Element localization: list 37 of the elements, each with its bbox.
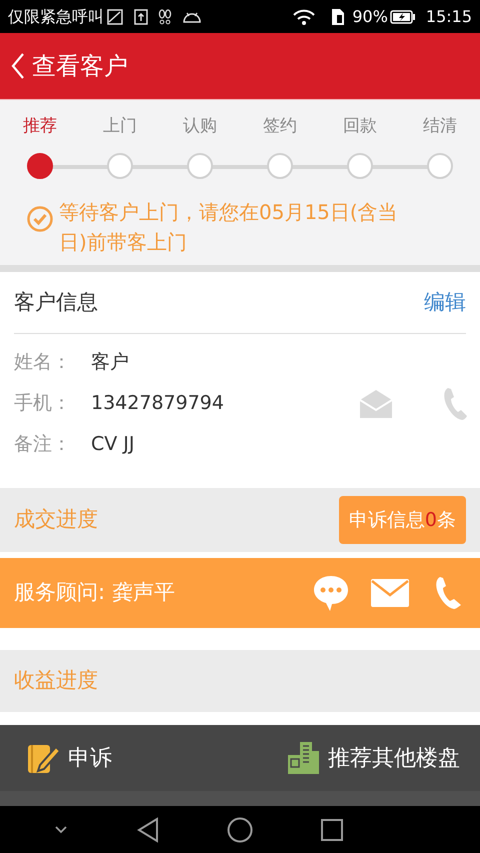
step-label: 认购: [182, 115, 218, 138]
section-title: 客户信息: [14, 288, 98, 316]
recent-apps-icon[interactable]: [320, 818, 344, 842]
wifi-icon: [292, 8, 316, 26]
step-label: 结清: [422, 115, 458, 138]
chevron-down-icon[interactable]: [53, 824, 70, 834]
advisor-name: 服务顾问: 龚声平: [14, 579, 176, 606]
field-value: 客户: [91, 350, 129, 376]
sim-card-icon: [330, 8, 346, 26]
step-label: 签约: [262, 115, 298, 138]
home-icon[interactable]: [226, 816, 253, 842]
notice-text: 等待客户上门，请您在05月15日(含当日)前带客上门: [59, 198, 399, 256]
section-title: 成交进度: [14, 506, 98, 534]
footprints-icon: [158, 8, 172, 26]
field-label: 手机：: [14, 391, 72, 416]
field-label: 备注：: [14, 432, 72, 458]
section-title: 收益进度: [14, 667, 98, 694]
step-label: 回款: [342, 115, 378, 138]
image-icon: [106, 8, 124, 26]
complaint-button[interactable]: 申诉: [26, 741, 112, 775]
check-circle-icon: [26, 204, 54, 232]
step-label: 推荐: [22, 115, 58, 138]
page-title: 查看客户: [32, 51, 128, 82]
clock-time: 15:15: [426, 6, 472, 28]
edit-link[interactable]: 编辑: [424, 286, 466, 318]
field-label: 姓名：: [14, 350, 72, 376]
back-icon[interactable]: [10, 52, 26, 80]
back-icon[interactable]: [136, 816, 160, 842]
field-value: 13427879794: [91, 391, 224, 416]
field-value: CV JJ: [91, 432, 135, 458]
buildings-icon: [286, 741, 320, 775]
upload-icon: [134, 8, 148, 26]
carrier-text: 仅限紧急呼叫: [8, 6, 104, 28]
recommend-button[interactable]: 推荐其他楼盘: [286, 741, 460, 775]
step-label: 上门: [102, 115, 138, 138]
battery-icon: [390, 8, 416, 24]
battery-percent: 90%: [352, 6, 388, 28]
